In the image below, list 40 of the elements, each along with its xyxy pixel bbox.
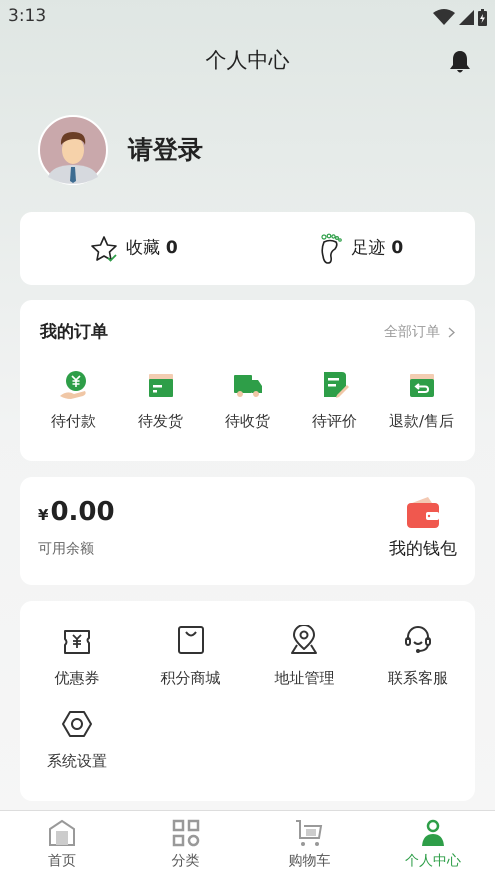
service-button[interactable]: 积分商城 xyxy=(134,623,248,690)
cart-icon xyxy=(295,819,324,847)
avatar-icon[interactable] xyxy=(38,115,108,185)
wifi-icon xyxy=(433,9,455,25)
wallet-button[interactable]: 我的钱包 xyxy=(389,497,457,585)
tab-bar-item[interactable]: 分类 xyxy=(124,811,248,880)
page-title: 个人中心 xyxy=(206,47,290,74)
bell-icon[interactable] xyxy=(449,50,471,74)
service-button[interactable]: 联系客服 xyxy=(361,623,475,690)
star-icon xyxy=(90,234,118,262)
order-status-button[interactable]: 退款/售后 xyxy=(378,368,465,432)
service-button[interactable]: 地址管理 xyxy=(248,623,362,690)
balance-label: 可用余额 xyxy=(38,540,95,558)
balance-amount: ¥0.00 xyxy=(38,499,115,526)
stat-label[interactable]: 收藏 0 xyxy=(126,236,178,262)
signal-icon xyxy=(459,10,474,24)
stat-label[interactable]: 足迹 0 xyxy=(351,236,404,262)
chevron-right-icon xyxy=(448,327,455,338)
settings-icon xyxy=(62,710,92,738)
grid-icon xyxy=(172,819,200,847)
order-status-button[interactable]: 待付款 xyxy=(30,368,117,432)
status-time: 3:13 xyxy=(8,5,46,28)
ticket-icon xyxy=(62,629,92,655)
wallet-icon xyxy=(406,497,440,529)
order-status-button[interactable]: 待收货 xyxy=(204,368,291,432)
order-status-button[interactable]: 待发货 xyxy=(117,368,204,432)
order-status-button[interactable]: 待评价 xyxy=(291,368,378,432)
tab-bar-item[interactable]: 购物车 xyxy=(248,811,372,880)
coin-hand-icon xyxy=(58,370,88,400)
shopping-bag-icon xyxy=(176,625,205,655)
login-prompt[interactable]: 请登录 xyxy=(128,131,203,169)
headset-icon xyxy=(403,625,434,655)
home-icon xyxy=(48,819,76,847)
tab-bar-item[interactable]: 首页 xyxy=(0,811,124,880)
service-button[interactable]: 系统设置 xyxy=(20,706,134,772)
service-button[interactable]: 优惠券 xyxy=(20,623,134,690)
location-pin-icon xyxy=(289,625,320,655)
footprint-icon xyxy=(319,232,344,264)
battery-icon xyxy=(478,8,487,26)
section-title: 我的订单 xyxy=(40,321,108,344)
